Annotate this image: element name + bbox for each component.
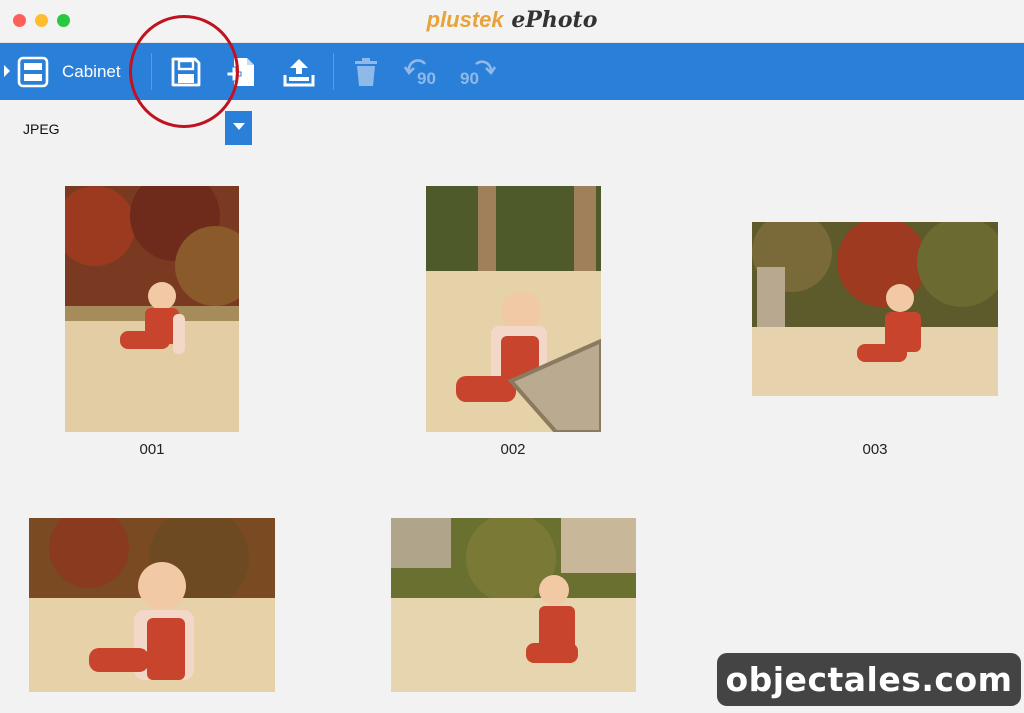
app-window: plustek ePhoto Cabinet 90 90 JPEG 001 00… [0,0,1024,713]
highlight-circle [129,15,239,128]
app-title-product: ePhoto [511,7,598,33]
photo-thumbnail[interactable] [29,518,275,692]
upload-icon[interactable] [282,55,316,89]
watermark: objectales.com [717,653,1021,706]
photo-caption: 002 [500,441,526,458]
photo-thumbnail[interactable] [65,186,239,432]
cabinet-label[interactable]: Cabinet [62,62,121,82]
dropdown-arrow-icon[interactable] [225,111,252,145]
photo-thumbnail[interactable] [391,518,636,692]
rotate-right-label: 90 [460,69,479,88]
trash-icon[interactable] [349,55,383,89]
photo-caption: 001 [139,441,165,458]
photo-thumbnail[interactable] [426,186,601,432]
photo-caption: 003 [862,441,888,458]
cabinet-icon[interactable] [16,55,50,89]
format-select-value[interactable]: JPEG [23,121,60,137]
rotate-right-icon[interactable]: 90 [458,55,498,89]
toolbar-divider [333,53,334,90]
app-title-brand: plustek [426,7,504,32]
rotate-left-label: 90 [417,69,436,88]
rotate-left-icon[interactable]: 90 [403,55,443,89]
sidebar-toggle-icon[interactable] [4,65,10,77]
photo-thumbnail[interactable] [752,222,998,396]
